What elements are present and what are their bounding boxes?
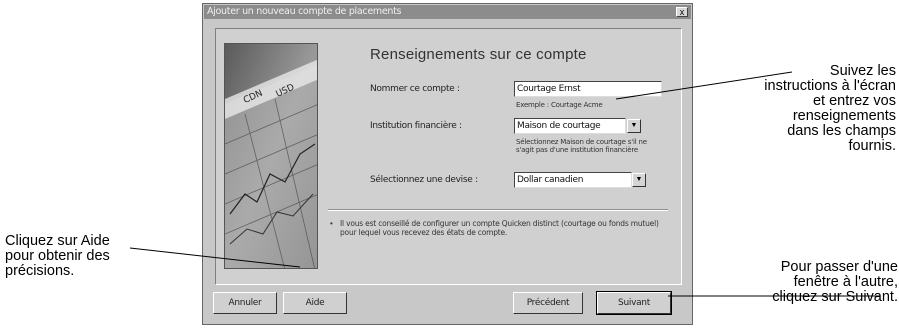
callout-next: Pour passer d'une fenêtre à l'autre, cli… — [690, 260, 898, 305]
callout-instructions: Suivez les instructions à l'écran et ent… — [700, 64, 896, 154]
callout-help: Cliquez sur Aide pour obtenir des précis… — [5, 234, 185, 279]
callout-line: fournis. — [848, 138, 896, 154]
callout-line: précisions. — [5, 263, 75, 279]
callout-line: dans les champs — [787, 123, 896, 139]
callout-line: instructions à l'écran — [764, 78, 896, 94]
callout-line: fenêtre à l'autre, — [793, 274, 898, 290]
callout-line: cliquez sur Suivant. — [772, 289, 898, 305]
callout-line: Cliquez sur Aide — [5, 233, 110, 249]
callout-line: renseignements — [792, 108, 896, 124]
callout-line: Pour passer d'une — [780, 259, 898, 275]
callout-line: Suivez les — [829, 63, 896, 79]
callout-line: pour obtenir des — [5, 248, 110, 264]
callout-line: et entrez vos — [812, 93, 896, 109]
